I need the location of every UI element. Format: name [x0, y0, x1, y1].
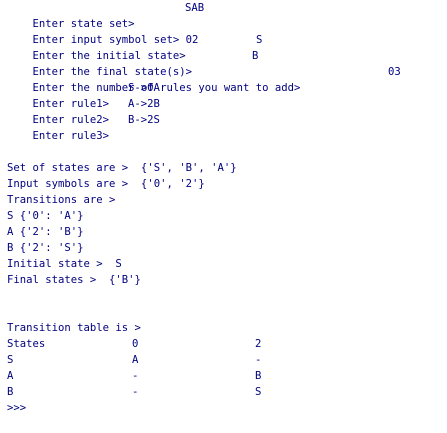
- states-line: Set of states are > {'S', 'B', 'A'}: [7, 162, 237, 174]
- table-cell: B: [7, 386, 14, 398]
- input-line-rule2: Enter rule2> A->2B: [7, 96, 447, 126]
- transition-line: B {'2': 'S'}: [7, 242, 84, 254]
- input-label: Enter rule3>: [32, 130, 110, 142]
- input-line-state-set: Enter state set> SAB: [7, 0, 447, 30]
- console-output[interactable]: Enter state set> SAB Enter input symbol s…: [0, 0, 447, 433]
- input-line-rule-count: Enter the number of rules you want to ad…: [7, 64, 447, 94]
- column-header: States: [7, 338, 46, 350]
- input-line-rule1: Enter rule1> S->0A: [7, 80, 447, 110]
- input-value: S->0A: [128, 82, 160, 94]
- table-cell: A: [7, 370, 14, 382]
- input-value: SAB: [185, 2, 205, 14]
- table-cell: S: [255, 386, 262, 398]
- input-line-initial-state: Enter the initial state> S: [7, 32, 447, 62]
- shell-prompt[interactable]: >>>: [7, 400, 447, 416]
- table-cell: B: [255, 370, 262, 382]
- table-cell: -: [132, 370, 139, 382]
- transitions-header: Transitions are >: [7, 194, 116, 206]
- initial-state-line: Initial state > S: [7, 258, 122, 270]
- input-value: A->2B: [128, 98, 160, 110]
- input-line-final-states: Enter the final state(s)> B: [7, 48, 447, 78]
- table-row: A - B: [7, 368, 447, 384]
- transition-table-header: Transition table is >: [7, 322, 141, 334]
- table-cell: -: [255, 354, 262, 366]
- table-row: S A -: [7, 352, 447, 368]
- input-value: S: [256, 34, 263, 46]
- input-line-symbol-set: Enter input symbol set> 02: [7, 16, 447, 46]
- transition-line: A {'2': 'B'}: [7, 226, 84, 238]
- symbols-line: Input symbols are > {'0', '2'}: [7, 178, 205, 190]
- input-value: B->2S: [128, 114, 160, 126]
- table-cell: S: [7, 354, 14, 366]
- input-value: B: [252, 50, 259, 62]
- table-cell: -: [132, 386, 139, 398]
- input-value: 03: [388, 66, 401, 78]
- input-line-rule3: Enter rule3> B->2S: [7, 112, 447, 142]
- transition-line: S {'0': 'A'}: [7, 210, 84, 222]
- column-header: 2: [255, 338, 262, 350]
- table-column-headers: States 0 2: [7, 336, 447, 352]
- final-states-line: Final states > {'B'}: [7, 274, 141, 286]
- column-header: 0: [132, 338, 139, 350]
- table-cell: A: [132, 354, 139, 366]
- table-row: B - S: [7, 384, 447, 400]
